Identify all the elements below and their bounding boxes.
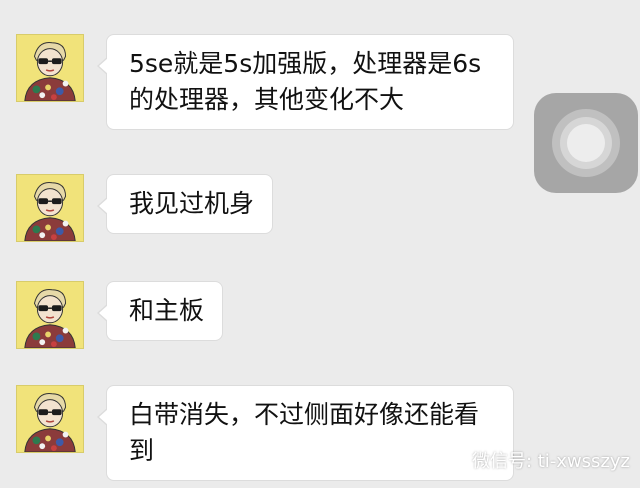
assistive-touch-inner-ring	[567, 124, 605, 162]
message-bubble[interactable]: 我见过机身	[96, 174, 274, 234]
watermark: 微信号: ti-xwsszyz	[436, 445, 630, 474]
wechat-icon	[436, 445, 472, 474]
assistive-touch-outer-ring	[552, 109, 620, 177]
avatar-icon[interactable]	[16, 34, 84, 102]
message-row: 和主板	[16, 281, 224, 349]
message-bubble[interactable]: 和主板	[96, 281, 224, 341]
avatar-icon[interactable]	[16, 385, 84, 453]
assistive-touch-mid-ring	[560, 117, 612, 169]
watermark-text: 微信号: ti-xwsszyz	[471, 450, 630, 472]
avatar-icon[interactable]	[16, 174, 84, 242]
message-row: 5se就是5s加强版，处理器是6s的处理器，其他变化不大	[16, 34, 514, 130]
avatar-icon[interactable]	[16, 281, 84, 349]
message-bubble[interactable]: 5se就是5s加强版，处理器是6s的处理器，其他变化不大	[97, 34, 514, 130]
assistive-touch-icon[interactable]	[534, 93, 638, 193]
message-row: 我见过机身	[16, 174, 274, 242]
